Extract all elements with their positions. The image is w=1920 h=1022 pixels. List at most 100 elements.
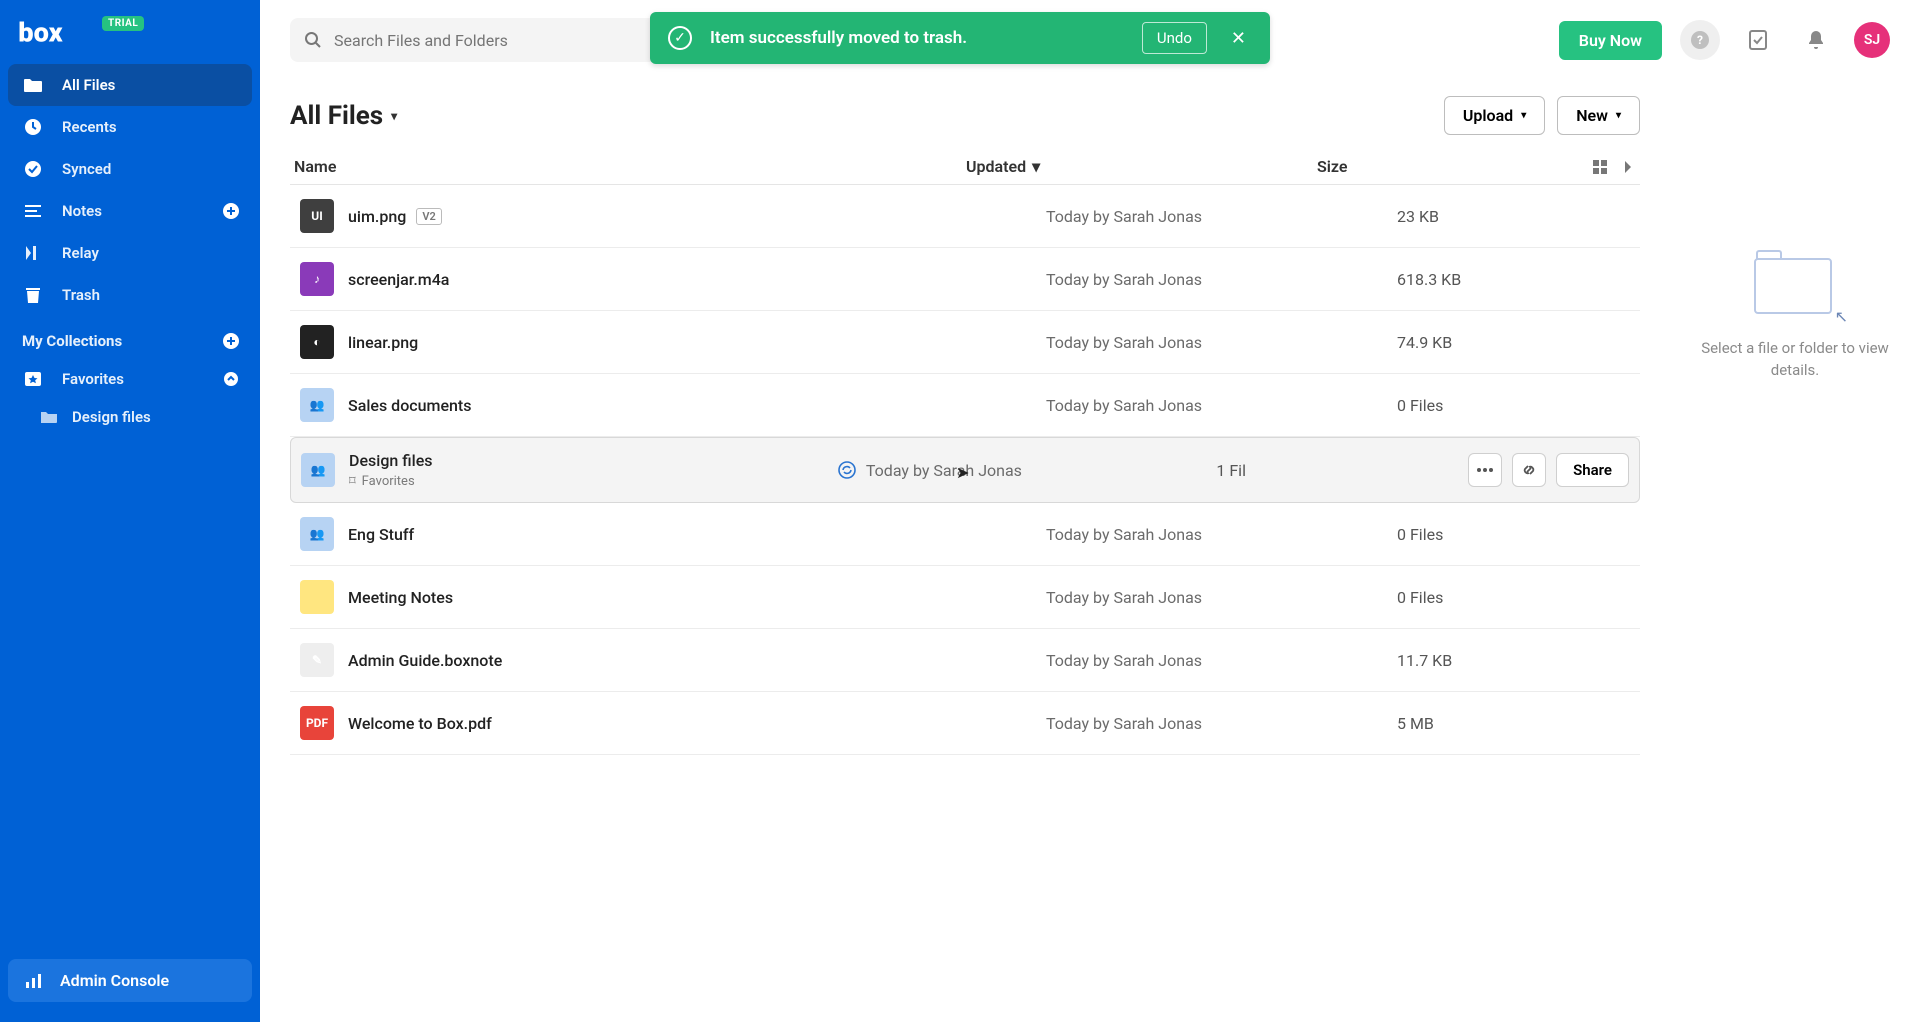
- table-row[interactable]: 👥 Eng Stuff Today by Sarah Jonas 0 Files: [290, 503, 1640, 566]
- trial-badge: TRIAL: [102, 16, 144, 31]
- table-row[interactable]: ✎ Admin Guide.boxnote Today by Sarah Jon…: [290, 629, 1640, 692]
- file-type-icon: UI: [300, 199, 334, 233]
- synced-icon: [838, 461, 856, 479]
- nav-label: Relay: [62, 244, 99, 262]
- version-badge: V2: [416, 208, 441, 225]
- add-note-icon[interactable]: [222, 202, 240, 220]
- size-cell: 23 KB: [1397, 207, 1640, 226]
- file-type-icon: PDF: [300, 706, 334, 740]
- file-type-icon: 👥: [300, 517, 334, 551]
- more-options-icon[interactable]: [1468, 453, 1502, 487]
- check-circle-icon: [22, 158, 44, 180]
- nav-all-files[interactable]: All Files: [8, 64, 252, 106]
- file-name: screenjar.m4a: [348, 270, 1046, 289]
- table-row[interactable]: UI uim.pngV2 Today by Sarah Jonas 23 KB: [290, 185, 1640, 248]
- admin-console-button[interactable]: Admin Console: [8, 959, 252, 1002]
- col-updated[interactable]: Updated ▾: [966, 157, 1317, 176]
- collections-label: My Collections: [22, 332, 122, 350]
- file-name: linear.png: [348, 333, 1046, 352]
- favorite-label: Design files: [72, 408, 151, 426]
- updated-cell: Today by Sarah Jonas: [1046, 207, 1397, 226]
- file-type-icon: ✎: [300, 643, 334, 677]
- svg-text:box: box: [18, 17, 62, 49]
- updated-cell: Today by Sarah Jonas: [1046, 525, 1397, 544]
- page-title[interactable]: All Files ▾: [290, 101, 397, 131]
- avatar[interactable]: SJ: [1854, 22, 1890, 58]
- updated-cell: Today by Sarah Jonas: [1046, 588, 1397, 607]
- favorite-item-design-files[interactable]: Design files: [8, 400, 252, 434]
- close-toast-icon[interactable]: ✕: [1225, 24, 1252, 53]
- nav-label: Notes: [62, 202, 102, 220]
- tasks-icon[interactable]: [1738, 20, 1778, 60]
- table-row[interactable]: 👥 Design files ⌑Favorites Today by Sarah…: [290, 437, 1640, 503]
- col-updated-label: Updated: [966, 157, 1026, 176]
- nav-synced[interactable]: Synced: [8, 148, 252, 190]
- nav-notes[interactable]: Notes: [8, 190, 252, 232]
- check-circle-icon: ✓: [668, 26, 692, 50]
- size-cell: 0 Files: [1397, 588, 1640, 607]
- add-collection-icon[interactable]: [222, 332, 240, 350]
- file-type-icon: 👥: [300, 388, 334, 422]
- file-name: Meeting Notes: [348, 588, 1046, 607]
- size-cell: 74.9 KB: [1397, 333, 1640, 352]
- table-row[interactable]: ◐ linear.png Today by Sarah Jonas 74.9 K…: [290, 311, 1640, 374]
- chevron-up-icon[interactable]: [222, 370, 240, 388]
- table-row[interactable]: 👥 Sales documents Today by Sarah Jonas 0…: [290, 374, 1640, 437]
- help-icon[interactable]: ?: [1680, 20, 1720, 60]
- star-icon: [22, 368, 44, 390]
- undo-button[interactable]: Undo: [1142, 22, 1207, 54]
- new-label: New: [1576, 106, 1608, 125]
- nav-favorites[interactable]: Favorites: [8, 358, 252, 400]
- nav-label: Recents: [62, 118, 117, 136]
- toast-message: Item successfully moved to trash.: [710, 28, 1124, 48]
- updated-cell: Today by Sarah Jonas: [1046, 651, 1397, 670]
- buy-now-button[interactable]: Buy Now: [1559, 21, 1662, 60]
- size-cell: 0 Files: [1397, 396, 1640, 415]
- table-row[interactable]: Meeting Notes Today by Sarah Jonas 0 Fil…: [290, 566, 1640, 629]
- file-name: uim.pngV2: [348, 207, 1046, 226]
- col-name[interactable]: Name: [290, 157, 966, 176]
- file-type-icon: ◐: [300, 325, 334, 359]
- upload-button[interactable]: Upload ▾: [1444, 96, 1545, 135]
- details-toggle-icon[interactable]: [1622, 159, 1634, 175]
- file-name: Design files: [349, 451, 838, 470]
- toast: ✓ Item successfully moved to trash. Undo…: [650, 12, 1270, 64]
- trash-icon: [22, 284, 44, 306]
- admin-console-label: Admin Console: [60, 971, 169, 990]
- grid-view-icon[interactable]: [1592, 159, 1608, 175]
- collections-header: My Collections: [8, 316, 252, 358]
- updated-cell: Today by Sarah Jonas: [1046, 396, 1397, 415]
- notes-icon: [22, 200, 44, 222]
- nav-recents[interactable]: Recents: [8, 106, 252, 148]
- updated-cell: Today by Sarah Jonas: [1046, 714, 1397, 733]
- nav-relay[interactable]: Relay: [8, 232, 252, 274]
- nav-trash[interactable]: Trash: [8, 274, 252, 316]
- file-type-icon: 👥: [301, 453, 335, 487]
- file-type-icon: ♪: [300, 262, 334, 296]
- upload-label: Upload: [1463, 106, 1513, 125]
- folder-select-illustration: ↖: [1750, 250, 1840, 320]
- share-button[interactable]: Share: [1556, 453, 1629, 487]
- file-name: Welcome to Box.pdf: [348, 714, 1046, 733]
- file-name: Eng Stuff: [348, 525, 1046, 544]
- bell-icon[interactable]: [1796, 20, 1836, 60]
- file-name: Sales documents: [348, 396, 1046, 415]
- page-title-text: All Files: [290, 101, 383, 131]
- table-row[interactable]: PDF Welcome to Box.pdf Today by Sarah Jo…: [290, 692, 1640, 755]
- updated-cell: Today by Sarah Jonas: [1046, 270, 1397, 289]
- link-icon[interactable]: [1512, 453, 1546, 487]
- chevron-down-icon: ▾: [1521, 110, 1526, 121]
- main: Buy Now ? SJ All Files ▾ Upload ▾: [260, 0, 1920, 1022]
- nav-label: All Files: [62, 76, 115, 94]
- col-size[interactable]: Size: [1317, 157, 1560, 176]
- new-button[interactable]: New ▾: [1557, 96, 1640, 135]
- row-actions: Share: [1459, 453, 1639, 487]
- size-cell: 11.7 KB: [1397, 651, 1640, 670]
- bookmark-icon: ⌑: [349, 474, 356, 489]
- file-area: All Files ▾ Upload ▾ New ▾ Name: [260, 70, 1670, 1022]
- chevron-down-icon: ▾: [1616, 110, 1621, 121]
- search-icon: [304, 31, 322, 49]
- svg-text:?: ?: [1697, 33, 1703, 47]
- logo[interactable]: box TRIAL: [8, 14, 252, 64]
- table-row[interactable]: ♪ screenjar.m4a Today by Sarah Jonas 618…: [290, 248, 1640, 311]
